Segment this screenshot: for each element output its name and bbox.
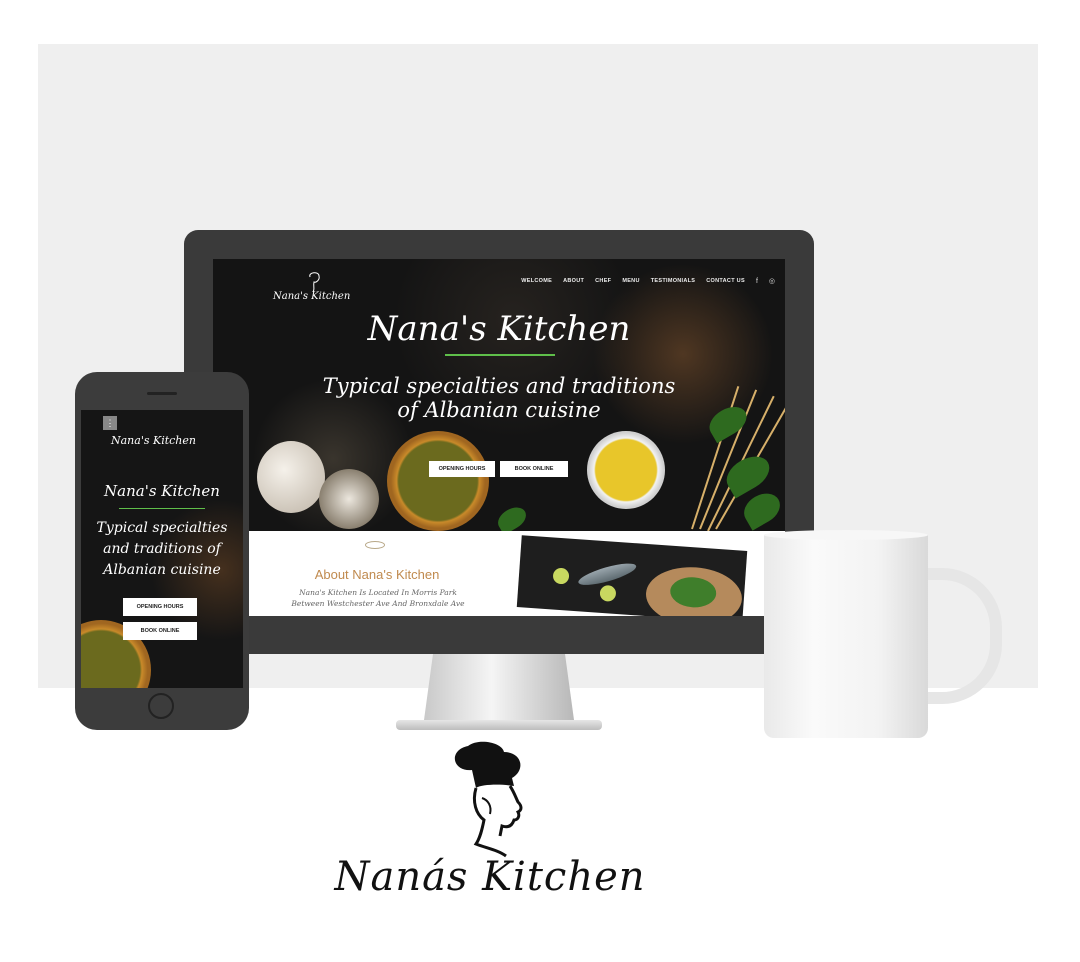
pesto-bowl-image — [387, 431, 489, 531]
book-online-button[interactable]: BOOK ONLINE — [500, 461, 568, 477]
about-section: About Nana's Kitchen Nana's Kitchen Is L… — [213, 531, 785, 616]
olive-oil-bowl-image — [587, 431, 665, 509]
chef-silhouette-icon — [454, 741, 523, 858]
hero-subtitle-line: Typical specialties and traditions — [322, 374, 676, 398]
opening-hours-button[interactable]: OPENING HOURS — [429, 461, 495, 477]
nav-item-testimonials[interactable]: TESTIMONIALS — [651, 278, 696, 284]
about-text-line: Nana's Kitchen Is Located In Morris Park — [299, 588, 457, 597]
basil-leaf-image — [738, 487, 785, 531]
mobile-logo[interactable]: Nana's Kitchen — [111, 434, 196, 447]
monitor-stand — [424, 654, 574, 720]
about-title: About Nana's Kitchen — [314, 567, 440, 582]
chef-hat-icon — [309, 272, 320, 293]
desktop-screen: Nana's Kitchen WELCOME ABOUT CHEF MENU T… — [213, 259, 785, 616]
nav-item-about[interactable]: ABOUT — [563, 278, 584, 284]
brand-logo: Nanás Kitchen — [330, 740, 650, 950]
mobile-subtitle-line: and traditions of — [103, 541, 221, 557]
mobile-hero-subtitle: Typical specialties and traditions of Al… — [87, 518, 237, 581]
home-button — [148, 693, 174, 719]
mobile-opening-hours-button[interactable]: OPENING HOURS — [123, 598, 197, 616]
nav-item-menu[interactable]: MENU — [622, 278, 639, 284]
hero-subtitle: Typical specialties and traditions of Al… — [213, 374, 785, 422]
site-logo[interactable]: Nana's Kitchen — [273, 271, 363, 311]
about-text: Nana's Kitchen Is Located In Morris Park… — [283, 587, 473, 609]
mobile-screen: ⋮ Nana's Kitchen Nana's Kitchen Typical … — [81, 410, 243, 688]
mobile-phone: ⋮ Nana's Kitchen Nana's Kitchen Typical … — [75, 372, 249, 730]
mobile-subtitle-line: Albanian cuisine — [103, 562, 221, 578]
title-underline — [445, 354, 555, 356]
nav-item-chef[interactable]: CHEF — [595, 278, 611, 284]
about-food-photo — [516, 535, 748, 616]
facebook-icon[interactable]: f — [756, 278, 758, 285]
mobile-subtitle-line: Typical specialties — [96, 520, 228, 536]
instagram-icon[interactable]: ◎ — [769, 277, 775, 285]
brand-logo-text: Nanás Kitchen — [334, 854, 646, 900]
ornament-icon — [365, 541, 385, 549]
monitor-stand-base — [396, 720, 602, 730]
garlic-image — [257, 441, 325, 513]
mobile-title-underline — [119, 508, 205, 509]
logo-text: Nana's Kitchen — [273, 291, 351, 302]
hero-title: Nana's Kitchen — [367, 309, 631, 349]
mug — [764, 534, 928, 738]
hero-section: Nana's Kitchen WELCOME ABOUT CHEF MENU T… — [213, 259, 785, 536]
hero-subtitle-line: of Albanian cuisine — [397, 398, 601, 422]
nav-item-welcome[interactable]: WELCOME — [521, 278, 552, 284]
mobile-book-online-button[interactable]: BOOK ONLINE — [123, 622, 197, 640]
desktop-monitor: Nana's Kitchen WELCOME ABOUT CHEF MENU T… — [184, 230, 814, 654]
kebab-menu-icon[interactable]: ⋮ — [103, 416, 117, 430]
phone-speaker — [147, 392, 177, 395]
mug-rim — [764, 530, 928, 540]
flour-image — [319, 469, 379, 529]
lemon-image — [599, 584, 617, 602]
about-text-line: Between Westchester Ave And Bronxdale Av… — [291, 599, 465, 608]
main-nav: WELCOME ABOUT CHEF MENU TESTIMONIALS CON… — [521, 277, 775, 286]
lemon-image — [552, 567, 570, 585]
mobile-hero-title: Nana's Kitchen — [104, 482, 220, 500]
nav-item-contact-us[interactable]: CONTACT US — [706, 278, 745, 284]
